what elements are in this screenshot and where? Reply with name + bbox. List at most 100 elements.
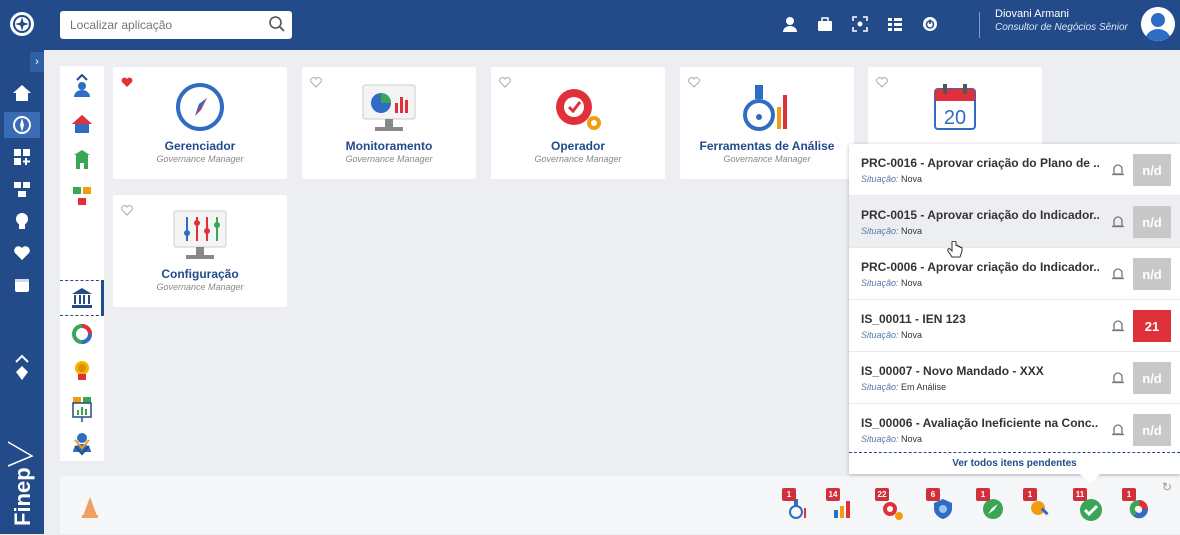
- search-input[interactable]: [60, 11, 250, 39]
- dock-badge: 22: [875, 488, 889, 501]
- users-up-icon[interactable]: [70, 74, 94, 98]
- pending-item[interactable]: IS_00007 - Novo Mandado - XXX Situação: …: [849, 352, 1180, 404]
- cone-icon[interactable]: [80, 496, 100, 523]
- user-role: Consultor de Negócios Sênior: [995, 22, 1128, 33]
- dock-item-active[interactable]: 11: [1073, 488, 1103, 522]
- app-tile-operador[interactable]: Operador Governance Manager: [491, 67, 665, 179]
- home-category-icon[interactable]: [70, 112, 94, 136]
- bell-icon[interactable]: [1111, 266, 1125, 287]
- pending-item-badge: n/d: [1133, 258, 1171, 290]
- bell-icon[interactable]: [1111, 318, 1125, 339]
- hand-cursor-icon: [947, 240, 963, 264]
- pending-items-popup: PRC-0016 - Aprovar criação do Plano de .…: [849, 144, 1180, 474]
- dock-item[interactable]: 1: [1122, 488, 1152, 522]
- briefcase-icon[interactable]: [815, 14, 835, 34]
- pending-item-status: Situação: Em Análise: [861, 382, 947, 392]
- compass-logo-icon[interactable]: [10, 12, 34, 36]
- app-tile-gerenciador[interactable]: Gerenciador Governance Manager: [113, 67, 287, 179]
- bank-icon[interactable]: [70, 286, 94, 310]
- tile-subtitle: Governance Manager: [723, 154, 811, 164]
- org-chart-icon[interactable]: [70, 184, 94, 208]
- dock-item[interactable]: 6: [926, 488, 956, 522]
- home-icon[interactable]: [9, 80, 35, 106]
- lightbulb-icon[interactable]: [9, 208, 35, 234]
- bell-icon[interactable]: [1111, 162, 1125, 183]
- calendar-edit-icon[interactable]: [9, 272, 35, 298]
- view-all-pending-link[interactable]: Ver todos itens pendentes: [849, 452, 1180, 474]
- pending-item-badge: 21: [1133, 310, 1171, 342]
- left-sidebar: › Finep: [0, 0, 44, 534]
- calendar-day-number: 20: [944, 107, 966, 129]
- dock-badge: 1: [1122, 488, 1136, 501]
- refresh-icon[interactable]: ↻: [1162, 480, 1172, 494]
- dock-item[interactable]: 1: [976, 488, 1006, 522]
- apps-compass-icon[interactable]: [4, 112, 40, 138]
- dock-item[interactable]: 22: [875, 488, 905, 522]
- finep-logo: Finep: [2, 440, 42, 530]
- pending-item[interactable]: IS_00011 - IEN 123 Situação: Nova 21: [849, 300, 1180, 352]
- app-tile-configuracao[interactable]: Configuração Governance Manager: [113, 195, 287, 307]
- pending-item-title: IS_00011 - IEN 123: [861, 312, 966, 326]
- pending-item-title: IS_00006 - Avaliação Ineficiente na Conc…: [861, 416, 1099, 430]
- award-icon[interactable]: [70, 358, 94, 382]
- search-icon[interactable]: [268, 15, 286, 38]
- pending-item-badge: n/d: [1133, 414, 1171, 446]
- network-icon[interactable]: [9, 176, 35, 202]
- dock-badge: 11: [1073, 488, 1087, 501]
- app-tile-monitoramento[interactable]: Monitoramento Governance Manager: [302, 67, 476, 179]
- dock-item[interactable]: 1: [1023, 488, 1053, 522]
- bottom-dock: [60, 476, 1180, 534]
- pending-item[interactable]: PRC-0016 - Aprovar criação do Plano de .…: [849, 144, 1180, 196]
- collapse-up-icon[interactable]: [9, 354, 35, 382]
- flask-icon: [788, 498, 810, 525]
- pending-item-status: Situação: Nova: [861, 226, 923, 236]
- pending-item[interactable]: PRC-0006 - Aprovar criação do Indicador.…: [849, 248, 1180, 300]
- bell-icon[interactable]: [1111, 422, 1125, 443]
- avatar[interactable]: [1141, 7, 1175, 41]
- dock-badge: 1: [1023, 488, 1037, 501]
- tile-title: Monitoramento: [345, 139, 433, 153]
- flask-chart-icon: [680, 81, 854, 135]
- gears-icon: [881, 498, 903, 525]
- focus-icon[interactable]: [850, 14, 870, 34]
- pending-item[interactable]: IS_00006 - Avaliação Ineficiente na Conc…: [849, 404, 1180, 456]
- user-name: Diovani Armani: [995, 8, 1069, 20]
- expand-sidebar-button[interactable]: ›: [30, 52, 44, 72]
- power-icon[interactable]: [920, 14, 940, 34]
- divider: [979, 12, 980, 38]
- app-tile-ferramentas-de-analise[interactable]: Ferramentas de Análise Governance Manage…: [680, 67, 854, 179]
- heart-icon[interactable]: [9, 240, 35, 266]
- bell-icon[interactable]: [1111, 370, 1125, 391]
- user-icon[interactable]: [780, 14, 800, 34]
- search-box: [60, 11, 292, 39]
- calendar-app-icon: 20: [868, 81, 1042, 133]
- building-icon[interactable]: [70, 148, 94, 172]
- presentation-chart-icon[interactable]: [70, 400, 94, 424]
- bar-chart-icon: [832, 498, 854, 525]
- pending-item-status: Situação: Nova: [861, 330, 923, 340]
- popup-pointer: [1080, 474, 1100, 484]
- bell-icon[interactable]: [1111, 214, 1125, 235]
- cycle-icon: [1128, 498, 1150, 525]
- pending-item-badge: n/d: [1133, 154, 1171, 186]
- dock-item[interactable]: 14: [826, 488, 856, 522]
- dock-item[interactable]: 1: [782, 488, 812, 522]
- shield-icon: [932, 498, 954, 525]
- tile-title: Ferramentas de Análise: [699, 139, 835, 153]
- donut-chart-icon[interactable]: [70, 322, 94, 346]
- pending-item-badge: n/d: [1133, 362, 1171, 394]
- pending-item-title: PRC-0006 - Aprovar criação do Indicador.…: [861, 260, 1099, 274]
- monitor-chart-icon: [302, 81, 476, 135]
- pending-item[interactable]: PRC-0015 - Aprovar criação do Indicador.…: [849, 196, 1180, 248]
- tile-subtitle: Governance Manager: [345, 154, 433, 164]
- tile-subtitle: Governance Manager: [156, 282, 244, 292]
- pending-item-title: IS_00007 - Novo Mandado - XXX: [861, 364, 1044, 378]
- tile-title: Configuração: [161, 267, 239, 281]
- chevron-down-icon[interactable]: [70, 434, 94, 458]
- add-widget-icon[interactable]: [9, 144, 35, 170]
- tile-subtitle: Governance Manager: [156, 154, 244, 164]
- compass-app-icon: [113, 81, 287, 133]
- tile-subtitle: Governance Manager: [534, 154, 622, 164]
- top-bar: Diovani Armani Consultor de Negócios Sên…: [44, 0, 1180, 50]
- list-icon[interactable]: [885, 14, 905, 34]
